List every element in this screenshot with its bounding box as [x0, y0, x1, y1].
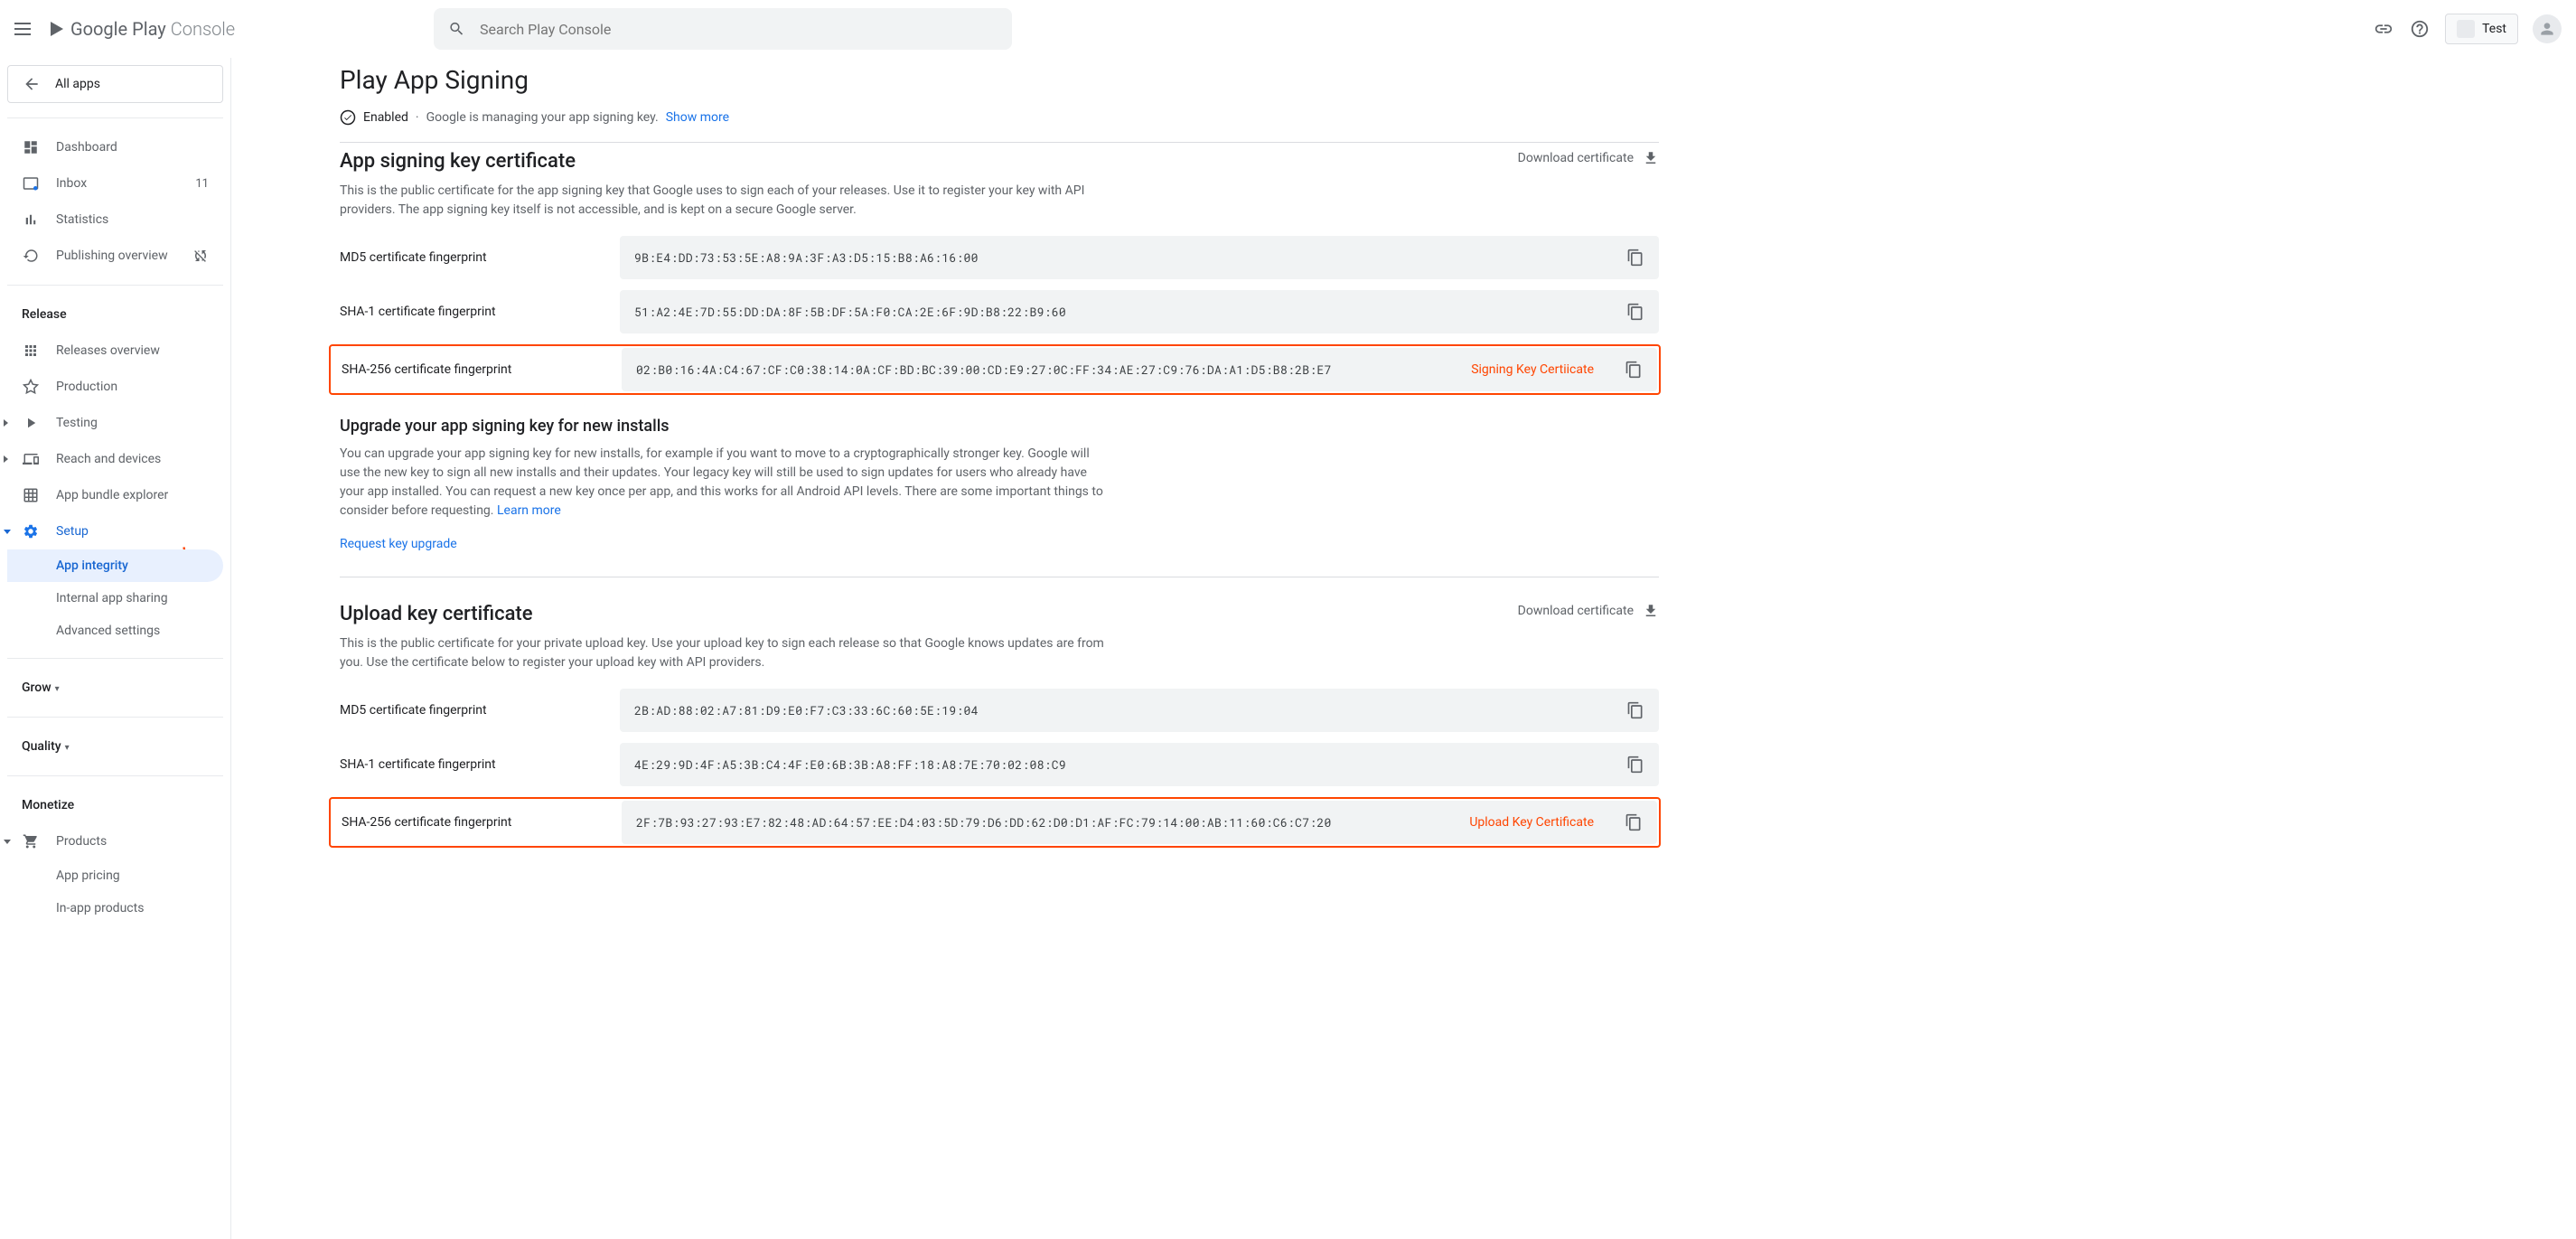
sidebar-item-statistics[interactable]: Statistics — [7, 202, 223, 238]
status-row: Enabled · Google is managing your app si… — [340, 109, 1659, 143]
release-heading: Release — [7, 296, 223, 333]
search-icon — [448, 20, 465, 38]
copy-icon[interactable] — [1626, 303, 1644, 321]
monetize-heading: Monetize — [7, 787, 223, 823]
fingerprint-value: 4E:29:9D:4F:A5:3B:C4:4F:E0:6B:3B:A8:FF:1… — [634, 756, 1066, 773]
bundle-icon — [22, 486, 40, 504]
upload-annotation: Upload Key Certificate — [1469, 815, 1594, 830]
play-logo-icon — [51, 22, 63, 36]
fingerprint-value: 9B:E4:DD:73:53:5E:A8:9A:3F:A3:D5:15:B8:A… — [634, 249, 979, 266]
avatar[interactable] — [2533, 14, 2562, 43]
link-icon[interactable] — [2373, 18, 2394, 40]
sidebar-item-production[interactable]: Production — [7, 369, 223, 405]
download-upload-cert[interactable]: Download certificate — [1518, 603, 1659, 619]
chevron-down-icon: ▾ — [55, 684, 60, 694]
copy-icon[interactable] — [1625, 361, 1643, 379]
fingerprint-row-upload-sha1: SHA-1 certificate fingerprint 4E:29:9D:4… — [340, 743, 1659, 786]
sidebar-item-internal-sharing[interactable]: Internal app sharing — [7, 582, 223, 615]
status-desc: Google is managing your app signing key. — [426, 110, 659, 125]
request-key-upgrade-link[interactable]: Request key upgrade — [340, 537, 1659, 551]
upload-section-title: Upload key certificate — [340, 603, 533, 625]
fingerprint-row-upload-sha256-highlighted: SHA-256 certificate fingerprint 2F:7B:93… — [329, 797, 1661, 848]
fingerprint-row-sha256-highlighted: SHA-256 certificate fingerprint 02:B0:16… — [329, 344, 1661, 395]
copy-icon[interactable] — [1626, 756, 1644, 774]
status-enabled: Enabled — [363, 110, 408, 125]
fingerprint-value: 51:A2:4E:7D:55:DD:DA:8F:5B:DF:5A:F0:CA:2… — [634, 304, 1066, 320]
search-box[interactable] — [434, 8, 1012, 50]
chevron-down-icon — [4, 840, 11, 844]
statistics-icon — [22, 211, 40, 229]
sync-off-icon — [192, 248, 209, 264]
upload-section-desc: This is the public certificate for your … — [340, 634, 1108, 672]
copy-icon[interactable] — [1626, 701, 1644, 719]
fingerprint-row-upload-md5: MD5 certificate fingerprint 2B:AD:88:02:… — [340, 689, 1659, 732]
chevron-right-icon — [4, 419, 8, 427]
search-input[interactable] — [480, 21, 998, 38]
sidebar-item-inapp-products[interactable]: In-app products — [7, 892, 223, 925]
sidebar-item-dashboard[interactable]: Dashboard — [7, 129, 223, 165]
sidebar-item-testing[interactable]: Testing — [7, 405, 223, 441]
upgrade-desc: You can upgrade your app signing key for… — [340, 445, 1108, 521]
show-more-link[interactable]: Show more — [666, 110, 729, 125]
sidebar-item-advanced-settings[interactable]: Advanced settings — [7, 615, 223, 647]
logo[interactable]: Google Play Console — [51, 18, 235, 40]
devices-icon — [22, 450, 40, 468]
quality-heading[interactable]: Quality▾ — [7, 728, 223, 765]
app-chip-label: Test — [2482, 22, 2506, 36]
help-icon[interactable] — [2409, 18, 2431, 40]
copy-icon[interactable] — [1625, 813, 1643, 831]
sidebar-item-app-pricing[interactable]: App pricing — [7, 859, 223, 892]
upgrade-title: Upgrade your app signing key for new ins… — [340, 417, 1659, 436]
logo-text: Google Play Console — [70, 18, 235, 40]
sidebar-item-reach[interactable]: Reach and devices — [7, 441, 223, 477]
fingerprint-row-sha1: SHA-1 certificate fingerprint 51:A2:4E:7… — [340, 290, 1659, 333]
signing-section-title: App signing key certificate — [340, 150, 576, 173]
download-signing-cert[interactable]: Download certificate — [1518, 150, 1659, 166]
production-icon — [22, 378, 40, 396]
dashboard-icon — [22, 138, 40, 156]
sidebar-item-products[interactable]: Products — [7, 823, 223, 859]
cart-icon — [22, 832, 40, 850]
app-chip-icon — [2457, 20, 2475, 38]
sidebar-item-publishing[interactable]: Publishing overview — [7, 238, 223, 274]
menu-icon[interactable] — [14, 18, 36, 40]
download-icon — [1643, 150, 1659, 166]
chevron-right-icon — [4, 455, 8, 463]
signing-section-desc: This is the public certificate for the a… — [340, 182, 1108, 220]
app-selector[interactable]: Test — [2445, 14, 2518, 44]
grow-heading[interactable]: Grow▾ — [7, 670, 223, 706]
arrow-left-icon — [23, 75, 41, 93]
all-apps-button[interactable]: All apps — [7, 65, 223, 103]
publishing-icon — [22, 247, 40, 265]
fingerprint-value: 2F:7B:93:27:93:E7:82:48:AD:64:57:EE:D4:0… — [636, 814, 1332, 831]
main-content: Play App Signing Enabled · Google is man… — [231, 58, 1767, 1239]
chevron-down-icon: ▾ — [65, 743, 70, 753]
sidebar-item-inbox[interactable]: Inbox 11 — [7, 165, 223, 202]
fingerprint-row-md5: MD5 certificate fingerprint 9B:E4:DD:73:… — [340, 236, 1659, 279]
testing-icon — [22, 414, 40, 432]
page-title: Play App Signing — [340, 65, 1659, 95]
learn-more-link[interactable]: Learn more — [497, 503, 561, 518]
releases-icon — [22, 342, 40, 360]
signing-annotation: Signing Key Certiicate — [1471, 362, 1594, 377]
sidebar-item-bundle[interactable]: App bundle explorer — [7, 477, 223, 513]
fingerprint-value: 02:B0:16:4A:C4:67:CF:C0:38:14:0A:CF:BD:B… — [636, 361, 1332, 378]
chevron-down-icon — [4, 530, 11, 534]
gear-icon — [22, 522, 40, 540]
inbox-icon — [22, 174, 40, 192]
copy-icon[interactable] — [1626, 249, 1644, 267]
fingerprint-value: 2B:AD:88:02:A7:81:D9:E0:F7:C3:33:6C:60:5… — [634, 702, 979, 718]
sidebar-item-releases-overview[interactable]: Releases overview — [7, 333, 223, 369]
sidebar: All apps Dashboard Inbox 11 Statist — [0, 58, 231, 1239]
all-apps-label: All apps — [55, 77, 100, 91]
check-circle-icon — [340, 109, 356, 126]
sidebar-item-setup[interactable]: Setup — [7, 513, 223, 549]
download-icon — [1643, 603, 1659, 619]
sidebar-item-app-integrity[interactable]: App integrity — [7, 549, 223, 582]
inbox-badge: 11 — [195, 177, 209, 191]
